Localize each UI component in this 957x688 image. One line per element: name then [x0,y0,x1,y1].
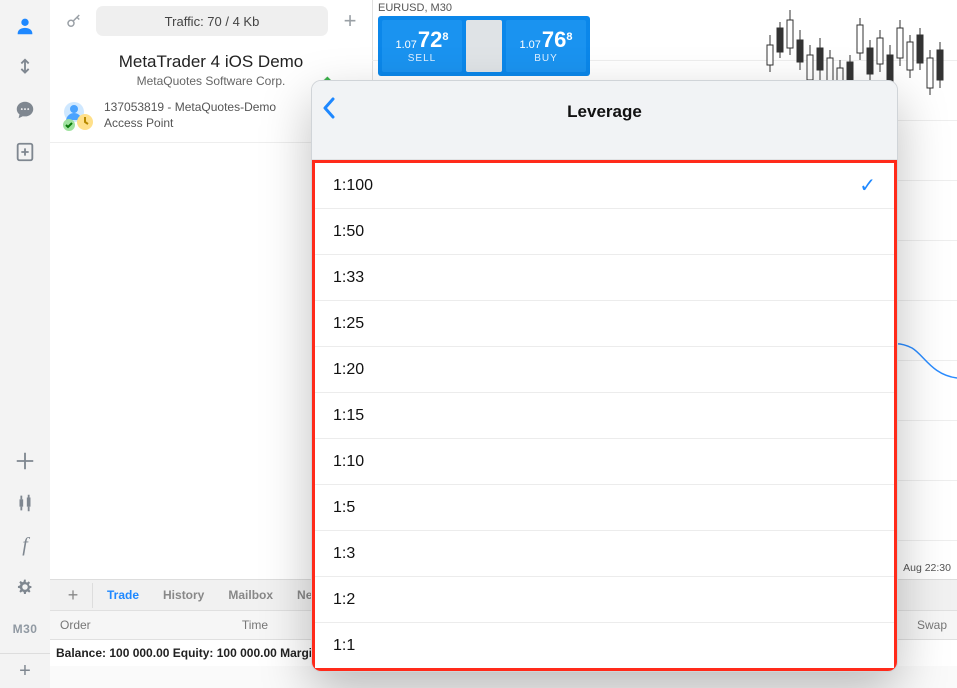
buy-price-pip: 8 [566,32,572,43]
leverage-option-label: 1:100 [333,177,373,195]
rail-function-icon[interactable]: f [5,525,45,565]
sell-label: SELL [408,53,436,64]
leverage-option-label: 1:2 [333,591,355,609]
rail-timeframe-label[interactable]: M30 [5,609,45,649]
modal-title: Leverage [567,102,642,122]
rail-accounts-icon[interactable] [5,6,45,46]
order-ticket: 1.07 72 8 SELL 1.07 76 8 BUY [378,16,590,76]
col-swap[interactable]: Swap [907,618,957,632]
rail-new-order-icon[interactable] [5,132,45,172]
buy-label: BUY [534,53,558,64]
buy-price-big: 76 [542,29,566,51]
leverage-option[interactable]: 1:1 [315,623,894,668]
leverage-option-label: 1:25 [333,315,364,333]
leverage-option-label: 1:50 [333,223,364,241]
sell-button[interactable]: 1.07 72 8 SELL [382,20,462,72]
rail-quotes-icon[interactable] [5,48,45,88]
leverage-option-label: 1:20 [333,361,364,379]
add-account-button[interactable]: + [336,7,364,35]
account-summary-text: Balance: 100 000.00 Equity: 100 000.00 M… [56,646,343,660]
account-avatar-icon [62,100,94,132]
check-icon: ✓ [859,173,876,198]
rail-settings-icon[interactable] [5,567,45,607]
account-title: MetaTrader 4 iOS Demo [60,52,362,72]
sell-price-pip: 8 [442,32,448,43]
leverage-option-label: 1:1 [333,637,355,655]
leverage-option-label: 1:3 [333,545,355,563]
left-rail: f M30 + [0,0,51,688]
leverage-option[interactable]: 1:50 [315,209,894,255]
leverage-option[interactable]: 1:2 [315,577,894,623]
col-order[interactable]: Order [50,618,160,632]
bottom-add-tab[interactable]: + [54,583,93,608]
account-item-line2: Access Point [104,116,276,132]
sell-price-big: 72 [418,29,442,51]
key-icon[interactable] [60,7,88,35]
leverage-modal: Leverage 1:100✓1:501:331:251:201:151:101… [311,80,898,672]
sell-price-prefix: 1.07 [395,40,416,51]
tab-trade[interactable]: Trade [97,583,149,607]
rail-chat-icon[interactable] [5,90,45,130]
chart-xaxis-label: Aug 22:30 [903,562,951,574]
modal-header: Leverage [312,81,897,160]
back-button[interactable] [322,97,336,119]
rail-candles-icon[interactable] [5,483,45,523]
account-item-line1: 137053819 - MetaQuotes-Demo [104,100,276,116]
rail-add-button[interactable]: + [0,653,50,688]
leverage-option[interactable]: 1:10 [315,439,894,485]
leverage-option-label: 1:10 [333,453,364,471]
traffic-indicator[interactable]: Traffic: 70 / 4 Kb [96,6,328,36]
leverage-option[interactable]: 1:3 [315,531,894,577]
buy-button[interactable]: 1.07 76 8 BUY [506,20,586,72]
leverage-option[interactable]: 1:25 [315,301,894,347]
leverage-option[interactable]: 1:20 [315,347,894,393]
leverage-option[interactable]: 1:33 [315,255,894,301]
leverage-option[interactable]: 1:15 [315,393,894,439]
leverage-option-label: 1:5 [333,499,355,517]
leverage-option-label: 1:15 [333,407,364,425]
leverage-list: 1:100 ✓ 1:50 1:33 1:25 1:20 1:15 1:10 1:5 1:3 1:2 1… [312,160,897,671]
leverage-option[interactable]: 1:5 [315,485,894,531]
tab-history[interactable]: History [153,583,214,607]
rail-crosshair-icon[interactable] [5,441,45,481]
volume-stepper[interactable] [466,20,502,72]
tab-mailbox[interactable]: Mailbox [218,583,283,607]
buy-price-prefix: 1.07 [519,40,540,51]
leverage-option-label: 1:33 [333,269,364,287]
leverage-option[interactable]: 1:100 ✓ [315,163,894,209]
